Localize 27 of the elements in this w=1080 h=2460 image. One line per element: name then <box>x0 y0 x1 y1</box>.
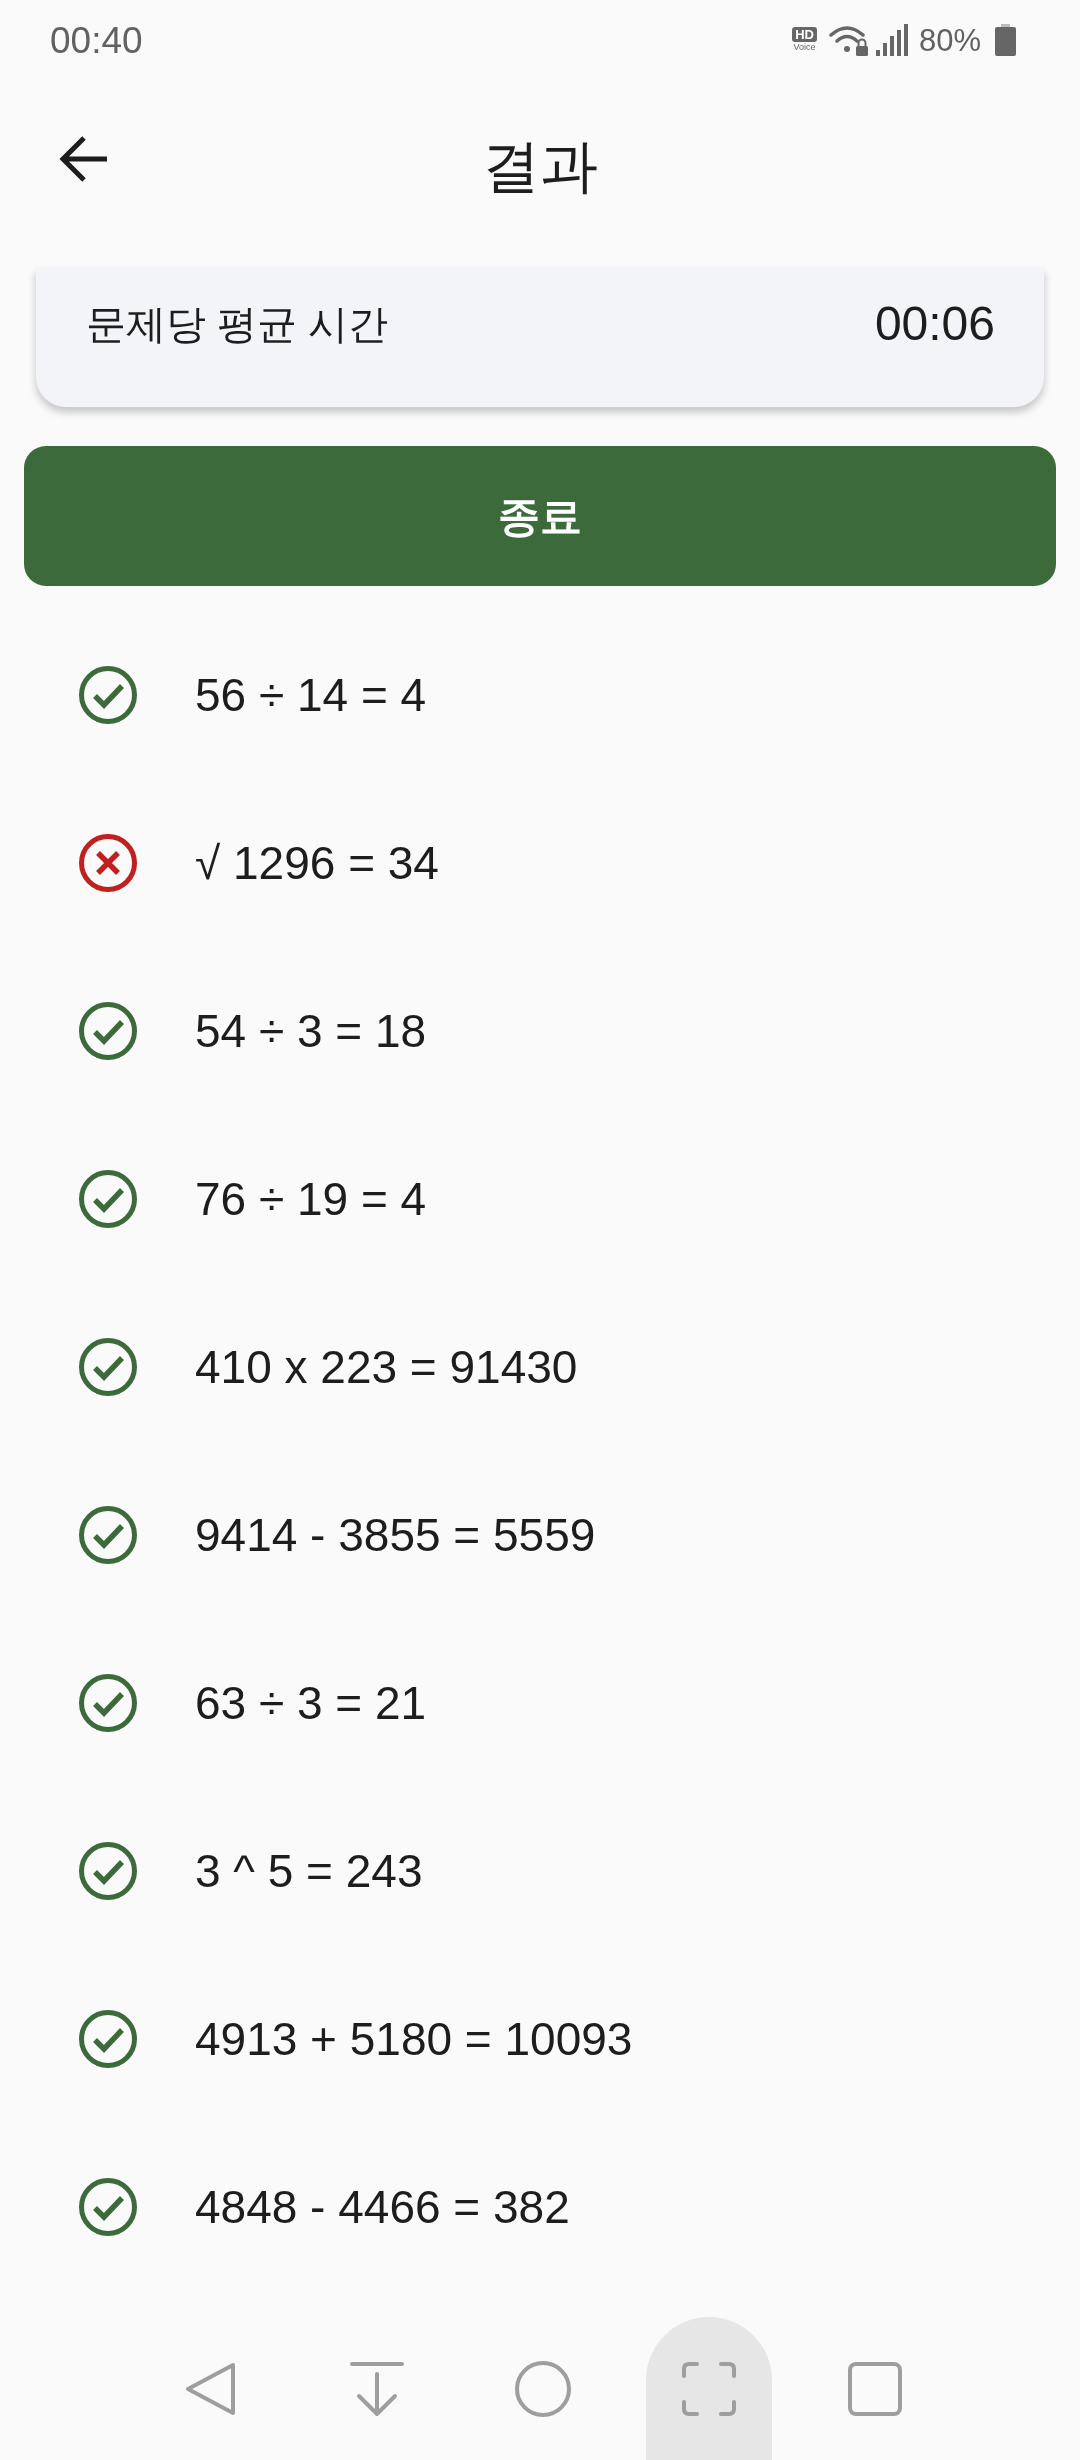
hd-label: HD <box>792 27 817 42</box>
result-expression: 56 ÷ 14 = 4 <box>195 668 427 723</box>
result-expression: 4848 - 4466 = 382 <box>195 2180 570 2235</box>
average-time-label: 문제당 평균 시간 <box>86 301 389 348</box>
voice-label: Voice <box>793 42 816 53</box>
result-expression: 9414 - 3855 = 5559 <box>195 1508 596 1563</box>
result-expression: 410 x 223 = 91430 <box>195 1340 578 1395</box>
back-arrow-icon <box>59 135 109 183</box>
result-expression: 54 ÷ 3 = 18 <box>195 1004 427 1059</box>
square-icon <box>846 2359 904 2418</box>
result-expression: 4913 + 5180 = 10093 <box>195 2012 633 2067</box>
status-time: 00:40 <box>50 21 143 59</box>
wifi-lock-icon <box>828 24 869 56</box>
home-icon <box>514 2359 572 2418</box>
result-expression: √ 1296 = 34 <box>195 836 439 891</box>
signal-icon <box>875 24 908 56</box>
result-expression: 63 ÷ 3 = 21 <box>195 1676 427 1731</box>
battery-icon <box>995 24 1016 56</box>
finish-button[interactable]: 종료 <box>24 446 1056 586</box>
result-expression: 3 ^ 5 = 243 <box>195 1844 423 1899</box>
screen-title: 결과 <box>482 132 598 200</box>
result-expression: 76 ÷ 19 = 4 <box>195 1172 427 1227</box>
battery-percent: 80% <box>918 24 981 56</box>
arrow-down-bar-icon <box>348 2359 406 2418</box>
nav-button[interactable] <box>646 2317 772 2460</box>
average-time-value: 00:06 <box>874 296 995 352</box>
corner-brackets-icon <box>680 2359 738 2418</box>
